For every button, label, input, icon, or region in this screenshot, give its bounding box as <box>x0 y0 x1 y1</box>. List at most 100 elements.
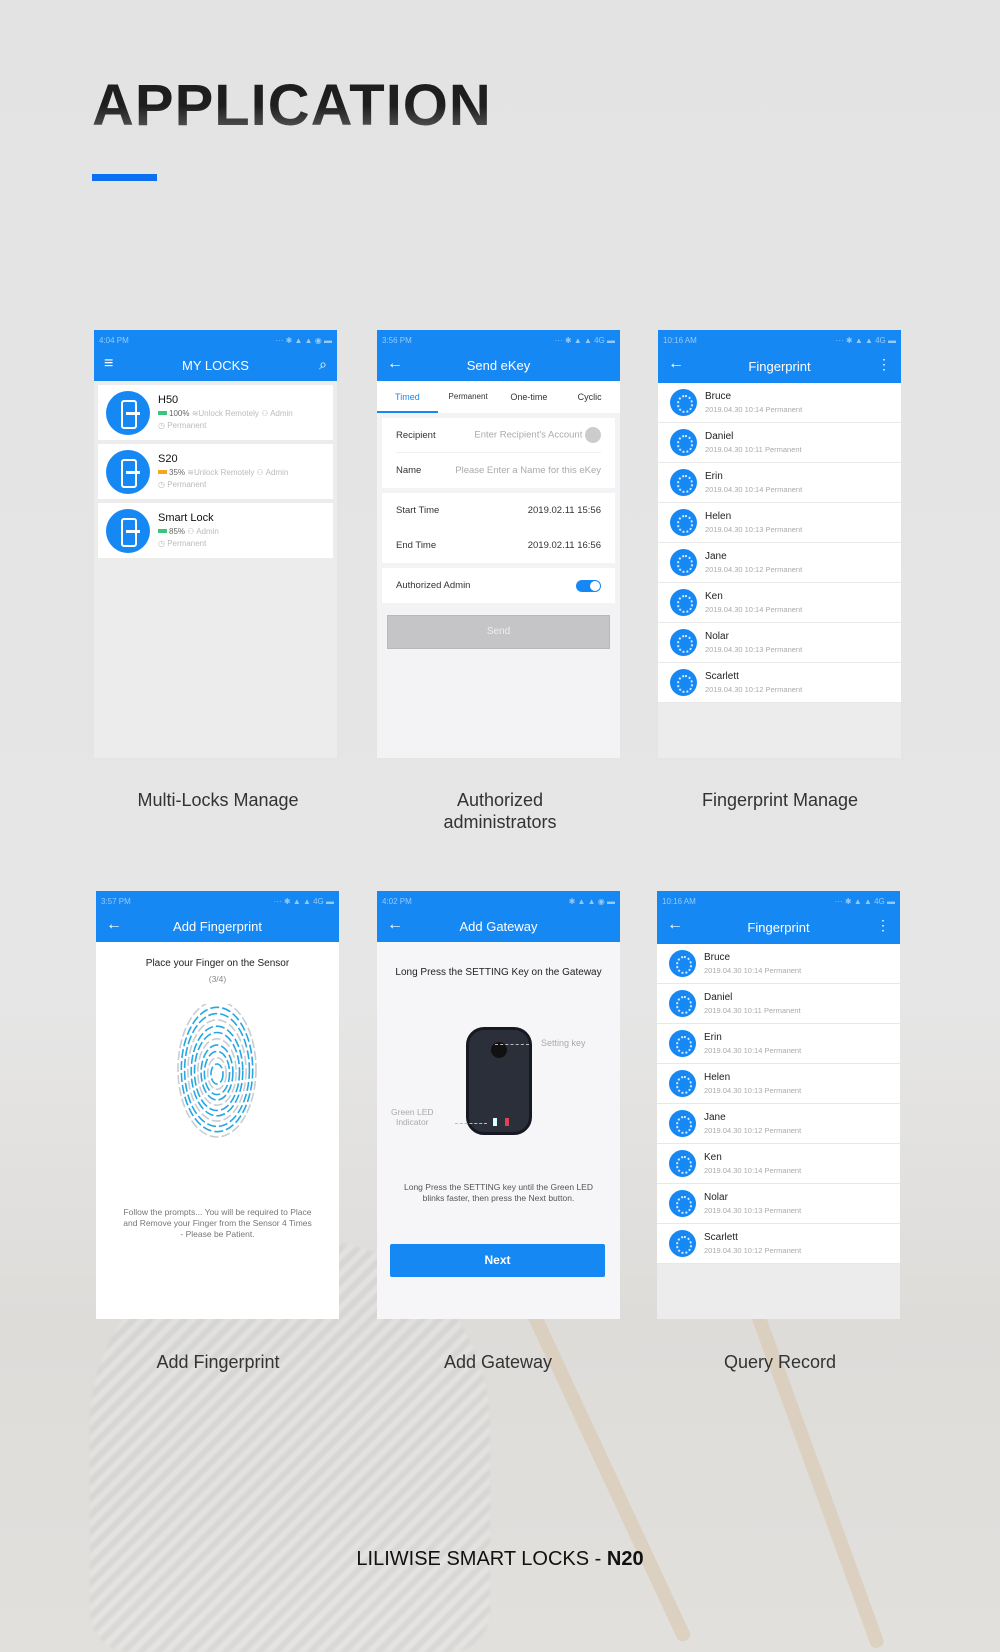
fingerprint-date: 2019.04.30 10:13 <box>704 1085 763 1095</box>
fingerprint-date: 2019.04.30 10:14 <box>705 404 764 414</box>
recipient-label: Recipient <box>396 429 436 441</box>
recipient-placeholder: Enter Recipient's Account <box>474 429 583 441</box>
fingerprint-validity: Permanent <box>763 1005 801 1015</box>
tab-one-time[interactable]: One-time <box>499 381 560 413</box>
fingerprint-info: Ken 2019.04.30 10:14 Permanent <box>704 1151 801 1177</box>
fingerprint-meta: 2019.04.30 10:13 Permanent <box>704 1084 801 1097</box>
status-time: 3:57 PM <box>101 896 131 906</box>
fingerprint-validity: Permanent <box>764 1125 802 1135</box>
user-icon: ⚇ <box>254 467 266 477</box>
tab-timed[interactable]: Timed <box>377 381 438 413</box>
fingerprint-row[interactable]: Bruce 2019.04.30 10:14 Permanent <box>658 383 901 423</box>
fingerprint-date: 2019.04.30 10:12 <box>704 1125 763 1135</box>
instruction-text: Long Press the SETTING Key on the Gatewa… <box>395 967 602 978</box>
clock-icon: ◷ <box>158 479 168 489</box>
user-icon: ⚇ <box>185 526 197 536</box>
lock-icon <box>106 390 150 435</box>
app-header: ← Fingerprint ⋮ <box>658 350 901 383</box>
lock-card[interactable]: Smart Lock 85% ⚇ Admin ◷ Permanent <box>98 503 333 558</box>
app-header: ≡ MY LOCKS ⌕ <box>94 350 337 381</box>
fingerprint-meta: 2019.04.30 10:11 Permanent <box>705 443 802 456</box>
search-icon[interactable]: ⌕ <box>319 356 327 373</box>
fingerprint-meta: 2019.04.30 10:12 Permanent <box>705 683 802 696</box>
fingerprint-info: Nolar 2019.04.30 10:13 Permanent <box>704 1191 801 1217</box>
next-button[interactable]: Next <box>390 1244 605 1277</box>
hamburger-icon[interactable]: ≡ <box>104 355 113 373</box>
fingerprint-info: Bruce 2019.04.30 10:14 Permanent <box>705 390 802 416</box>
end-time-value[interactable]: 2019.02.11 16:56 <box>528 540 601 551</box>
fingerprint-row[interactable]: Nolar 2019.04.30 10:13 Permanent <box>657 1184 900 1224</box>
back-arrow-icon[interactable]: ← <box>106 916 122 934</box>
recipient-input[interactable]: Enter Recipient's Account <box>474 427 601 443</box>
status-bar: 4:04 PM ··· ✱ ▲ ▲ ◉ ▬ <box>94 330 337 350</box>
battery-level: 100% <box>169 408 190 418</box>
footer-model: N20 <box>606 1548 644 1570</box>
fingerprint-meta: 2019.04.30 10:14 Permanent <box>704 1044 801 1057</box>
fingerprint-icon <box>670 469 697 496</box>
fingerprint-icon <box>669 1150 696 1177</box>
lock-card[interactable]: H50 100% ≋Unlock Remotely ⚇ Admin ◷ Perman… <box>98 385 333 440</box>
status-icons: ··· ✱ ▲ ▲ 4G ▬ <box>273 896 334 906</box>
screen-add-fingerprint: 3:57 PM ··· ✱ ▲ ▲ 4G ▬ ← Add Fingerprint … <box>96 891 339 1319</box>
fingerprint-validity: Permanent <box>765 644 803 654</box>
more-vertical-icon[interactable]: ⋮ <box>876 917 890 934</box>
clock-icon: ◷ <box>158 420 168 430</box>
fingerprint-row[interactable]: Nolar 2019.04.30 10:13 Permanent <box>658 623 901 663</box>
fingerprint-name: Helen <box>705 510 732 522</box>
fingerprint-icon <box>669 1110 696 1137</box>
back-arrow-icon[interactable]: ← <box>387 355 403 373</box>
back-arrow-icon[interactable]: ← <box>667 916 683 934</box>
footer-brand-text: LILIWISE SMART LOCKS - <box>356 1548 607 1570</box>
authorized-admin-toggle[interactable] <box>576 579 601 592</box>
back-arrow-icon[interactable]: ← <box>668 355 684 373</box>
fingerprint-name: Jane <box>705 550 727 562</box>
fingerprint-date: 2019.04.30 10:14 <box>704 965 763 975</box>
fingerprint-row[interactable]: Scarlett 2019.04.30 10:12 Permanent <box>658 663 901 703</box>
fingerprint-name: Daniel <box>705 430 734 442</box>
fingerprint-row[interactable]: Ken 2019.04.30 10:14 Permanent <box>658 583 901 623</box>
validity-label: Permanent <box>167 479 207 489</box>
contact-icon[interactable] <box>585 427 601 443</box>
fingerprint-meta: 2019.04.30 10:12 Permanent <box>704 1124 801 1137</box>
name-input[interactable]: Please Enter a Name for this eKey <box>455 465 601 476</box>
fingerprint-row[interactable]: Erin 2019.04.30 10:14 Permanent <box>657 1024 900 1064</box>
more-vertical-icon[interactable]: ⋮ <box>877 356 891 373</box>
back-arrow-icon[interactable]: ← <box>387 916 403 934</box>
battery-icon <box>158 411 167 416</box>
fingerprint-row[interactable]: Bruce 2019.04.30 10:14 Permanent <box>657 944 900 984</box>
fingerprint-meta: 2019.04.30 10:13 Permanent <box>705 523 802 536</box>
fingerprint-row[interactable]: Helen 2019.04.30 10:13 Permanent <box>658 503 901 543</box>
fingerprint-row[interactable]: Helen 2019.04.30 10:13 Permanent <box>657 1064 900 1104</box>
screen-query-record: 10:16 AM ··· ✱ ▲ ▲ 4G ▬ ← Fingerprint ⋮ B… <box>657 891 900 1319</box>
tab-permanent[interactable]: Permanent <box>438 381 499 413</box>
app-header: ← Send eKey <box>377 350 620 381</box>
send-button[interactable]: Send <box>387 615 610 649</box>
fingerprint-row[interactable]: Erin 2019.04.30 10:14 Permanent <box>658 463 901 503</box>
header-title: Add Fingerprint <box>173 919 262 934</box>
fingerprint-date: 2019.04.30 10:14 <box>704 1165 763 1175</box>
fingerprint-meta: 2019.04.30 10:14 Permanent <box>704 1164 801 1177</box>
fingerprint-validity: Permanent <box>764 1245 802 1255</box>
fingerprint-validity: Permanent <box>764 444 802 454</box>
fingerprint-row[interactable]: Jane 2019.04.30 10:12 Permanent <box>657 1104 900 1144</box>
caption-add-gateway: Add Gateway <box>443 1352 553 1372</box>
status-bar: 10:16 AM ··· ✱ ▲ ▲ 4G ▬ <box>658 330 901 350</box>
fingerprint-row[interactable]: Jane 2019.04.30 10:12 Permanent <box>658 543 901 583</box>
fingerprint-date: 2019.04.30 10:12 <box>704 1245 763 1255</box>
lock-info: S20 35% ≋Unlock Remotely ⚇ Admin ◷ Permane… <box>158 453 288 491</box>
screen-fingerprint: 10:16 AM ··· ✱ ▲ ▲ 4G ▬ ← Fingerprint ⋮ B… <box>658 330 901 758</box>
lock-card[interactable]: S20 35% ≋Unlock Remotely ⚇ Admin ◷ Permane… <box>98 444 333 499</box>
fingerprint-name: Bruce <box>705 390 732 402</box>
fingerprint-validity: Permanent <box>764 1165 802 1175</box>
header-title: Fingerprint <box>747 920 810 935</box>
status-icons: ··· ✱ ▲ ▲ ◉ ▬ <box>275 335 332 345</box>
fingerprint-row[interactable]: Ken 2019.04.30 10:14 Permanent <box>657 1144 900 1184</box>
fingerprint-row[interactable]: Daniel 2019.04.30 10:11 Permanent <box>657 984 900 1024</box>
start-time-value[interactable]: 2019.02.11 15:56 <box>528 505 601 516</box>
lock-validity: ◷ Permanent <box>158 479 288 491</box>
fingerprint-row[interactable]: Daniel 2019.04.30 10:11 Permanent <box>658 423 901 463</box>
tab-cyclic[interactable]: Cyclic <box>559 381 620 413</box>
lock-meta: 85% ⚇ Admin <box>158 526 219 538</box>
fingerprint-row[interactable]: Scarlett 2019.04.30 10:12 Permanent <box>657 1224 900 1264</box>
fingerprint-ridge <box>190 1025 244 1117</box>
